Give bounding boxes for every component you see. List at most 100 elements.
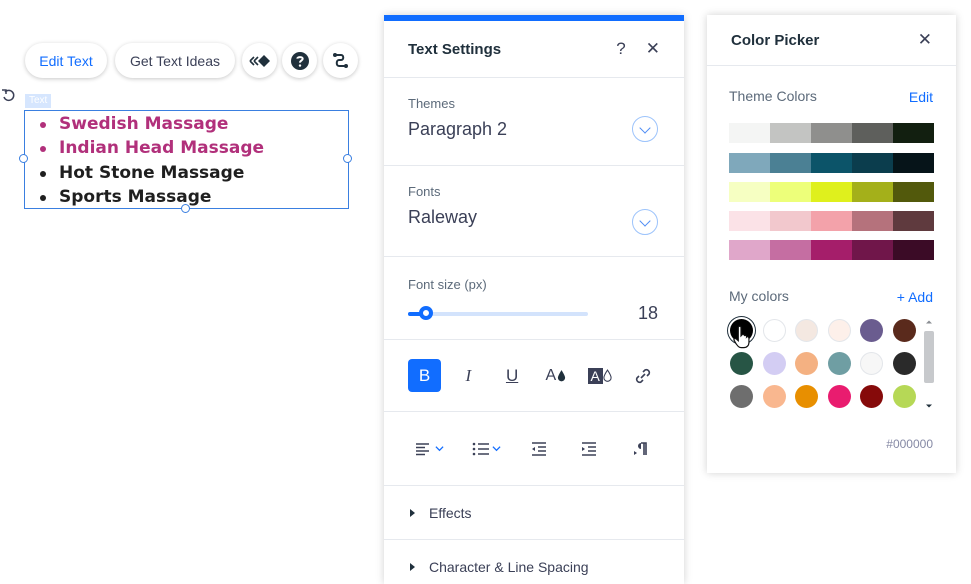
theme-color-row: [729, 240, 934, 260]
outdent-icon: [532, 441, 546, 456]
theme-color-swatch[interactable]: [729, 123, 770, 143]
connect-button[interactable]: [323, 43, 358, 78]
my-color-swatch[interactable]: [860, 352, 884, 375]
theme-color-swatch[interactable]: [852, 153, 893, 173]
theme-color-swatch[interactable]: [729, 240, 770, 260]
my-color-swatch[interactable]: [892, 319, 916, 342]
increase-indent-button[interactable]: [573, 432, 606, 465]
font-size-label: Font size (px): [408, 277, 487, 292]
theme-colors-label: Theme Colors: [729, 88, 817, 104]
my-color-swatch[interactable]: [827, 319, 851, 342]
text-color-button[interactable]: A: [539, 359, 572, 392]
theme-color-swatch[interactable]: [770, 153, 811, 173]
theme-color-swatch[interactable]: [852, 211, 893, 231]
edit-theme-colors-link[interactable]: Edit: [909, 89, 933, 105]
my-color-swatch[interactable]: [827, 385, 851, 408]
theme-color-swatch[interactable]: [770, 211, 811, 231]
list-item[interactable]: Indian Head Massage: [40, 136, 264, 160]
edit-text-button[interactable]: Edit Text: [25, 43, 107, 78]
my-color-swatch[interactable]: [827, 352, 851, 375]
theme-color-swatch[interactable]: [852, 240, 893, 260]
theme-color-swatch[interactable]: [729, 211, 770, 231]
my-color-swatch[interactable]: [860, 385, 884, 408]
theme-color-swatch[interactable]: [893, 182, 934, 202]
alignment-section: [384, 412, 684, 486]
underline-button[interactable]: U: [496, 359, 529, 392]
format-section: B I U A A: [384, 340, 684, 412]
bullet-list[interactable]: Swedish Massage Indian Head Massage Hot St…: [40, 112, 264, 209]
hand-cursor-icon: [733, 325, 750, 349]
effects-section[interactable]: Effects: [384, 486, 684, 540]
help-button[interactable]: [282, 43, 317, 78]
font-size-section: Font size (px) 18: [384, 257, 684, 340]
italic-button[interactable]: I: [452, 359, 485, 392]
link-icon: [332, 52, 348, 68]
expand-triangle-icon: [410, 508, 415, 517]
undo-icon[interactable]: [1, 87, 17, 103]
bold-button[interactable]: B: [408, 359, 441, 392]
scroll-down-icon[interactable]: [925, 403, 933, 409]
get-text-ideas-button[interactable]: Get Text Ideas: [115, 43, 235, 78]
fonts-dropdown-value[interactable]: Raleway: [408, 207, 660, 228]
my-color-swatch[interactable]: [762, 385, 786, 408]
my-color-swatch[interactable]: [730, 385, 753, 408]
help-question-button[interactable]: ?: [616, 39, 625, 59]
resize-handle-right[interactable]: [343, 154, 352, 163]
theme-color-swatch[interactable]: [893, 211, 934, 231]
my-color-swatch[interactable]: [795, 352, 819, 375]
my-color-swatch[interactable]: [762, 319, 786, 342]
theme-color-swatch[interactable]: [811, 182, 852, 202]
font-size-slider[interactable]: [408, 306, 588, 320]
list-item[interactable]: Sports Massage: [40, 185, 264, 209]
animation-button[interactable]: [242, 43, 277, 78]
slider-knob[interactable]: [419, 306, 433, 320]
my-color-swatch[interactable]: [860, 319, 884, 342]
highlight-color-button[interactable]: A: [583, 359, 616, 392]
my-color-swatch[interactable]: [762, 352, 786, 375]
my-color-swatch[interactable]: [892, 352, 916, 375]
theme-color-swatch[interactable]: [729, 153, 770, 173]
my-color-swatch[interactable]: [892, 385, 916, 408]
list-dropdown-button[interactable]: [465, 432, 505, 465]
list-item[interactable]: Hot Stone Massage: [40, 161, 264, 185]
theme-color-swatch[interactable]: [893, 153, 934, 173]
fonts-section: Fonts Raleway: [384, 166, 684, 257]
link-button[interactable]: [627, 359, 660, 392]
my-color-swatch[interactable]: [795, 385, 819, 408]
font-size-value[interactable]: 18: [638, 303, 658, 324]
close-button[interactable]: ✕: [646, 39, 660, 59]
chevron-down-icon: [434, 446, 444, 452]
my-colors-scrollbar[interactable]: [922, 315, 936, 413]
theme-color-swatch[interactable]: [852, 182, 893, 202]
scrollbar-thumb[interactable]: [924, 331, 934, 383]
character-spacing-section[interactable]: Character & Line Spacing: [384, 540, 684, 584]
my-colors-grid: [730, 319, 916, 408]
theme-color-swatch[interactable]: [893, 240, 934, 260]
decrease-indent-button[interactable]: [523, 432, 556, 465]
theme-color-swatch[interactable]: [770, 240, 811, 260]
text-direction-button[interactable]: [623, 432, 656, 465]
my-colors-label: My colors: [729, 288, 789, 304]
themes-chevron-down-icon[interactable]: [632, 116, 658, 142]
effects-label: Effects: [429, 504, 472, 521]
align-left-icon: [415, 442, 429, 455]
my-color-swatch[interactable]: [795, 319, 819, 342]
resize-handle-left[interactable]: [19, 154, 28, 163]
align-dropdown-button[interactable]: [408, 432, 448, 465]
theme-color-swatch[interactable]: [729, 182, 770, 202]
theme-color-swatch[interactable]: [811, 211, 852, 231]
my-color-swatch[interactable]: [730, 352, 753, 375]
theme-color-swatch[interactable]: [811, 153, 852, 173]
themes-dropdown-value[interactable]: Paragraph 2: [408, 119, 660, 140]
theme-color-swatch[interactable]: [770, 123, 811, 143]
theme-color-swatch[interactable]: [852, 123, 893, 143]
theme-color-swatch[interactable]: [811, 123, 852, 143]
theme-color-swatch[interactable]: [770, 182, 811, 202]
close-button[interactable]: ✕: [918, 30, 932, 50]
add-color-link[interactable]: + Add: [897, 289, 933, 305]
theme-color-swatch[interactable]: [811, 240, 852, 260]
fonts-chevron-down-icon[interactable]: [632, 209, 658, 235]
scroll-up-icon[interactable]: [925, 319, 933, 325]
list-item[interactable]: Swedish Massage: [40, 112, 264, 136]
theme-color-swatch[interactable]: [893, 123, 934, 143]
